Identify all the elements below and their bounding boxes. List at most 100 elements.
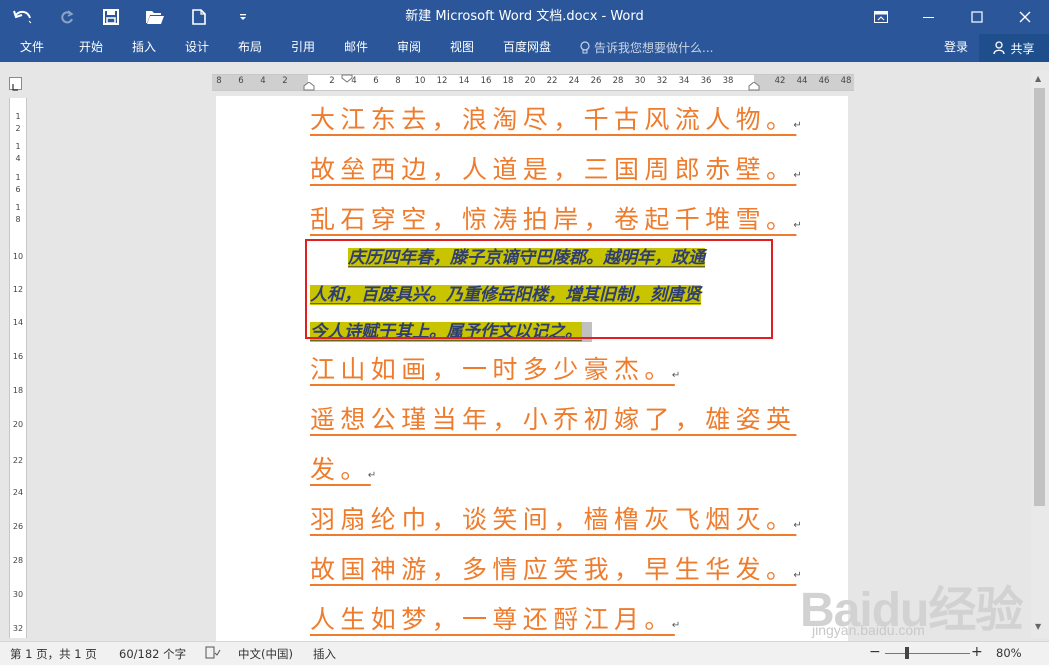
ruler-number: 32 [656,76,668,86]
ribbon-display-button[interactable] [857,0,905,34]
language-indicator[interactable]: 中文(中国) [238,646,293,662]
paragraph-mark: ↵ [793,520,802,531]
ruler-number: 22 [546,76,558,86]
ruler-number: 18 [12,386,24,395]
quick-access-toolbar [10,6,274,28]
poem-line[interactable]: 遥想公瑾当年，小乔初嫁了，雄姿英 [310,400,796,436]
ruler-number: 16 [12,352,24,361]
poem-line[interactable]: 乱石穿空，惊涛拍岸，卷起千堆雪。↵ [310,200,802,236]
maximize-icon [971,11,983,23]
ruler-number: 1 [15,203,21,212]
open-button[interactable] [142,6,168,28]
poem-line[interactable]: 故垒西边，人道是，三国周郎赤壁。↵ [310,150,802,186]
scroll-up-icon[interactable]: ▲ [1035,74,1041,83]
zoom-slider-thumb[interactable] [905,647,909,659]
ruler-number: 18 [502,76,514,86]
tab-selector[interactable] [6,74,26,92]
close-icon [1019,11,1031,23]
annotation-red-box [305,239,773,339]
poem-line[interactable]: 故国神游，多情应笑我，早生华发。↵ [310,550,802,586]
left-indent-marker[interactable] [303,82,315,91]
zoom-level[interactable]: 80% [996,646,1022,660]
ruler-number: 20 [524,76,536,86]
minimize-button[interactable] [905,0,953,34]
poem-line[interactable]: 羽扇纶巾，谈笑间，樯橹灰飞烟灭。↵ [310,500,802,536]
customize-icon [240,14,246,20]
ruler-number: 22 [12,456,24,465]
tab-mailings[interactable]: 邮件 [344,34,368,62]
tell-me-text: 告诉我您想要做什么... [594,41,714,55]
tab-design[interactable]: 设计 [185,34,209,62]
ruler-number: 10 [12,252,24,261]
undo-button[interactable] [10,6,36,28]
ruler-number: 28 [612,76,624,86]
tell-me-box[interactable]: 告诉我您想要做什么... [580,34,713,62]
ruler-number: 12 [436,76,448,86]
poem-line[interactable]: 江山如画，一时多少豪杰。↵ [310,350,680,386]
save-button[interactable] [98,6,124,28]
poem-line[interactable]: 人生如梦，一尊还酹江月。↵ [310,600,680,636]
ruler-number: 24 [568,76,580,86]
tab-view[interactable]: 视图 [450,34,474,62]
right-indent-marker[interactable] [748,82,760,91]
ruler-number: 6 [373,76,379,86]
minimize-icon [923,17,934,18]
tab-baidu-netdisk[interactable]: 百度网盘 [503,34,551,62]
ruler-number: 38 [722,76,734,86]
maximize-button[interactable] [953,0,1001,34]
window-controls [857,0,1049,34]
sign-in-link[interactable]: 登录 [944,34,968,60]
insert-mode[interactable]: 插入 [313,646,336,662]
ruler-number: 26 [12,522,24,531]
zoom-slider-track[interactable] [885,653,970,654]
page-count[interactable]: 第 1 页，共 1 页 [10,646,97,662]
ruler-number: 8 [15,215,21,224]
ruler-number: 2 [282,76,288,86]
ruler-number: 26 [590,76,602,86]
poem-line[interactable]: 大江东去，浪淘尽，千古风流人物。↵ [310,100,802,136]
new-icon [192,9,206,25]
zoom-out-button[interactable]: − [869,644,881,660]
ruler-number: 30 [634,76,646,86]
poem-line[interactable]: 发。↵ [310,450,376,486]
new-document-button[interactable] [186,6,212,28]
ruler-number: 36 [700,76,712,86]
zoom-in-button[interactable]: + [971,644,983,660]
tab-home[interactable]: 开始 [79,34,103,62]
proofing-icon[interactable] [205,646,221,663]
redo-button[interactable] [54,6,80,28]
tab-layout[interactable]: 布局 [238,34,262,62]
tab-references[interactable]: 引用 [291,34,315,62]
tab-insert[interactable]: 插入 [132,34,156,62]
ruler-number: 1 [15,142,21,151]
paragraph-mark: ↵ [367,470,377,481]
ribbon-tabs: 文件 开始 插入 设计 布局 引用 邮件 审阅 视图 百度网盘 告诉我您想要做什… [0,34,1049,62]
scroll-thumb[interactable] [1034,88,1045,506]
open-icon [146,11,164,24]
tab-review[interactable]: 审阅 [397,34,421,62]
share-button[interactable]: 共享 [979,34,1049,62]
ruler-number: 10 [414,76,426,86]
ruler-number: 8 [216,76,222,86]
word-count[interactable]: 60/182 个字 [119,646,186,662]
horizontal-ruler[interactable]: 8 6 4 2 2 4 6 8 10 12 14 16 18 20 22 24 26 28 30 32 34 36 38 42… [212,74,854,91]
tab-file[interactable]: 文件 [20,34,44,62]
ruler-number: 6 [15,185,21,194]
ruler-number: 28 [12,556,24,565]
ruler-number: 24 [12,488,24,497]
vertical-ruler[interactable]: 1 2 1 4 1 6 1 8 10 12 14 16 18 20 22 24 26 28 30 32 [9,98,27,638]
ruler-number: 44 [796,76,808,86]
paragraph-mark: ↵ [793,120,802,131]
paragraph-mark: ↵ [793,220,802,231]
undo-icon [13,10,32,24]
scroll-down-icon[interactable]: ▼ [1035,622,1041,631]
ruler-number: 32 [12,624,24,633]
ruler-number: 16 [480,76,492,86]
vertical-scrollbar[interactable]: ▲ ▼ [1031,70,1049,638]
first-line-indent-marker[interactable] [341,74,353,83]
ruler-number: 34 [678,76,690,86]
ruler-number: 4 [260,76,266,86]
customize-qat-button[interactable] [230,6,256,28]
ruler-number: 12 [12,285,24,294]
close-button[interactable] [1001,0,1049,34]
